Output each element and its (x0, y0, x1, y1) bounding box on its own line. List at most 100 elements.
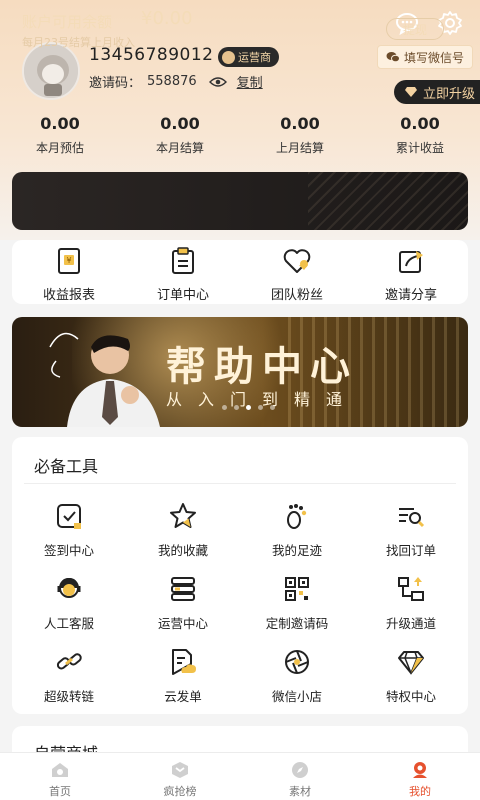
qrcode-icon (282, 574, 312, 604)
tool-checkin-center[interactable]: 签到中心 (12, 501, 126, 559)
stat-label: 累计收益 (395, 141, 444, 155)
tab-rank[interactable]: 疯抢榜 (120, 753, 240, 800)
tool-super-link[interactable]: 超级转链 (12, 647, 126, 705)
tool-label: 超级转链 (43, 689, 94, 704)
quick-item-order-center[interactable]: 订单中心 (126, 246, 240, 303)
upgrade-label: 立即升级 (423, 86, 476, 102)
tool-cloud-post[interactable]: 云发单 (126, 647, 240, 705)
withdraw-button[interactable]: 提现 (386, 18, 444, 40)
svg-text:¥: ¥ (66, 256, 71, 265)
wechat-icon (386, 51, 400, 63)
stat-last-month-settled[interactable]: 0.00 上月结算 (240, 114, 360, 156)
stat-month-estimate[interactable]: 0.00 本月预估 (0, 114, 120, 156)
tab-label: 首页 (49, 785, 71, 798)
stat-value: 0.00 (160, 114, 200, 133)
divider (24, 483, 456, 484)
find-order-icon (396, 501, 426, 531)
stat-value: 0.00 (280, 114, 320, 133)
quick-item-label: 邀请分享 (384, 288, 437, 303)
tab-materials[interactable]: 素材 (240, 753, 360, 800)
carousel-dot[interactable] (258, 405, 263, 410)
tool-privilege-center[interactable]: 特权中心 (354, 647, 468, 705)
tab-label: 素材 (289, 785, 311, 798)
eye-icon[interactable] (208, 76, 227, 88)
diamond-small-icon (404, 86, 418, 98)
avatar[interactable] (22, 42, 80, 100)
crown-icon (222, 50, 235, 64)
tool-wechat-shop[interactable]: 微信小店 (240, 647, 354, 705)
tool-label: 升级通道 (385, 616, 436, 631)
tab-label: 疯抢榜 (163, 785, 197, 798)
tab-home[interactable]: 首页 (0, 753, 120, 800)
tool-operations-center[interactable]: 运营中心 (126, 574, 240, 632)
star-icon (168, 501, 198, 531)
invite-code-row: 邀请码： 558876 复制 (89, 72, 263, 91)
fill-wechat-button[interactable]: 填写微信号 (377, 45, 474, 69)
clipboard-icon (168, 246, 198, 276)
carousel-dot[interactable] (270, 405, 275, 410)
tool-label: 找回订单 (385, 543, 436, 558)
share-icon (396, 246, 426, 276)
role-badge-label: 运营商 (238, 51, 271, 64)
stat-label: 本月预估 (35, 141, 84, 155)
diamond-icon (396, 647, 426, 677)
tool-label: 微信小店 (271, 689, 322, 704)
tab-mine[interactable]: 我的 (360, 753, 480, 800)
aperture-icon (282, 647, 312, 677)
upgrade-button[interactable]: 立即升级 (394, 80, 480, 104)
balance-value: ¥0.00 (141, 8, 193, 29)
carousel-dot-active[interactable] (246, 405, 251, 410)
balance-label: 账户可用余额 (22, 13, 113, 31)
tool-label: 特权中心 (385, 689, 436, 704)
quick-item-invite-share[interactable]: 邀请分享 (354, 246, 468, 303)
quick-item-income-report[interactable]: ¥ 收益报表 (12, 246, 126, 303)
tool-customer-service[interactable]: 人工客服 (12, 574, 126, 632)
quick-item-team-fans[interactable]: 团队粉丝 (240, 246, 354, 303)
checkin-icon (54, 501, 84, 531)
carousel-dot[interactable] (222, 405, 227, 410)
tool-label: 运营中心 (157, 616, 208, 631)
tool-upgrade-channel[interactable]: 升级通道 (354, 574, 468, 632)
tools-section-title: 必备工具 (34, 457, 99, 476)
balance-note: 每月23号结算上月收入 (22, 36, 135, 49)
banner-person-illustration (49, 332, 160, 427)
heart-icon (282, 246, 312, 276)
footprint-icon (282, 501, 312, 531)
balance-card (12, 172, 468, 230)
stat-total-income[interactable]: 0.00 累计收益 (360, 114, 480, 156)
tool-label: 云发单 (164, 689, 202, 704)
tab-label: 我的 (409, 785, 431, 798)
customer-service-icon (54, 574, 84, 604)
card-decoration (308, 172, 468, 230)
compass-icon (290, 760, 310, 780)
bottom-tab-bar: 首页 疯抢榜 素材 我的 (0, 752, 480, 800)
copy-invite-link[interactable]: 复制 (237, 72, 263, 91)
invite-label: 邀请码： (89, 76, 142, 91)
tool-label: 人工客服 (43, 616, 94, 631)
report-icon: ¥ (54, 246, 84, 276)
tool-my-favorites[interactable]: 我的收藏 (126, 501, 240, 559)
quick-item-label: 收益报表 (42, 288, 95, 303)
upgrade-channel-icon (396, 574, 426, 604)
tool-label: 我的收藏 (157, 543, 208, 558)
tool-label: 定制邀请码 (265, 616, 329, 631)
quick-item-label: 团队粉丝 (270, 288, 323, 303)
tool-label: 签到中心 (43, 543, 94, 558)
tool-find-order[interactable]: 找回订单 (354, 501, 468, 559)
home-icon (50, 760, 70, 780)
carousel-dot[interactable] (234, 405, 239, 410)
invite-code: 558876 (147, 74, 197, 89)
profile-icon (410, 760, 430, 780)
link-icon (54, 647, 84, 677)
stat-label: 上月结算 (275, 141, 324, 155)
tool-custom-invite-code[interactable]: 定制邀请码 (240, 574, 354, 632)
stat-value: 0.00 (40, 114, 80, 133)
fill-wechat-label: 填写微信号 (404, 50, 465, 65)
stat-label: 本月结算 (155, 141, 204, 155)
tool-my-footprint[interactable]: 我的足迹 (240, 501, 354, 559)
cloud-doc-icon (168, 647, 198, 677)
quick-item-label: 订单中心 (156, 288, 209, 303)
rank-icon (170, 760, 190, 780)
role-badge: 运营商 (218, 47, 279, 67)
stat-month-settled[interactable]: 0.00 本月结算 (120, 114, 240, 156)
